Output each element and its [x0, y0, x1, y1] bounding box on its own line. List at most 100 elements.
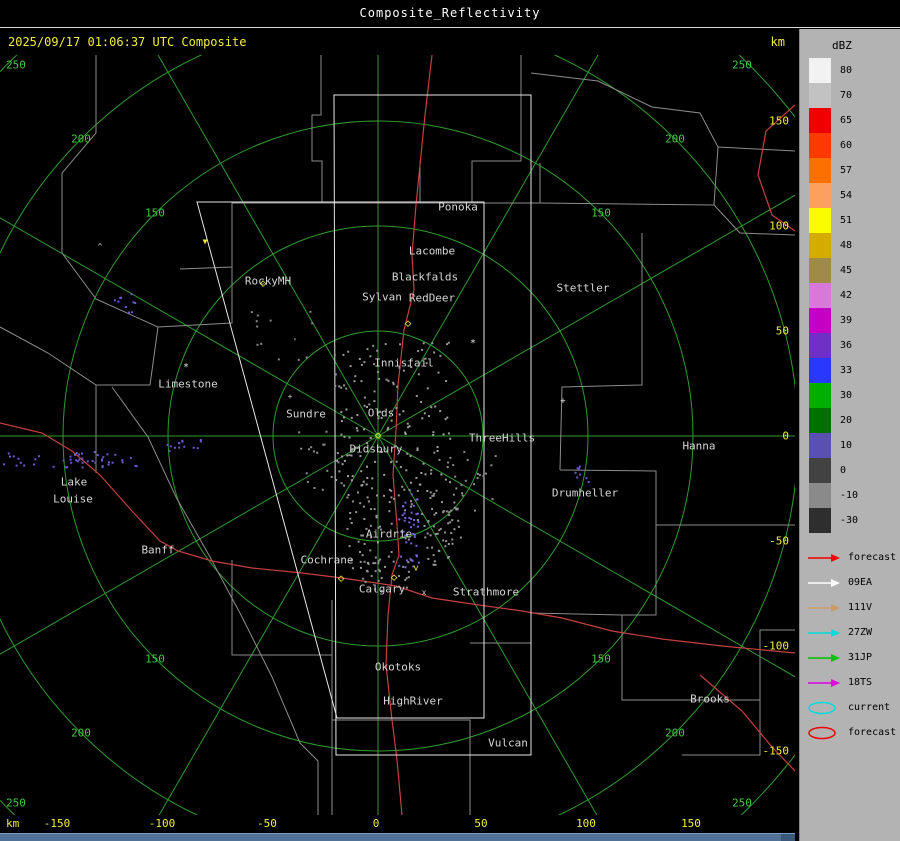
radar-echo — [405, 541, 408, 544]
radar-echo — [135, 465, 138, 468]
dbz-value-label: 51 — [840, 215, 853, 226]
city-label: Blackfalds — [391, 270, 459, 284]
radar-echo — [101, 466, 104, 469]
radar-echo — [62, 459, 65, 462]
radar-echo — [19, 461, 22, 464]
radar-echo — [33, 463, 35, 466]
radar-echo — [406, 452, 409, 455]
radar-echo — [415, 498, 418, 501]
radar-echo — [199, 440, 202, 443]
radar-echo — [363, 543, 366, 545]
radar-echo — [357, 540, 360, 543]
radar-echo — [416, 519, 419, 521]
radar-echo — [370, 508, 372, 511]
legend-label: forecast — [848, 727, 897, 738]
radar-echo — [406, 422, 409, 425]
ellipse-icon — [808, 701, 836, 714]
radar-echo — [427, 520, 430, 523]
timestamp-label: 2025/09/17 01:06:37 UTC Composite — [8, 35, 247, 49]
radar-echo — [341, 463, 344, 466]
city-label: Strathmore — [452, 585, 520, 599]
radar-echo — [578, 465, 581, 468]
map-symbol-marker: x — [421, 588, 427, 597]
city-label: HighRiver — [383, 694, 443, 708]
radar-echo — [390, 496, 393, 499]
radar-echo — [9, 455, 11, 458]
horizontal-scrollbar[interactable] — [0, 833, 795, 841]
city-label: Sundre — [286, 407, 326, 421]
radar-echo — [420, 472, 423, 474]
boundary-line — [111, 386, 319, 815]
radar-echo — [409, 558, 412, 561]
radar-echo — [449, 521, 452, 524]
boundary-line — [471, 55, 541, 204]
radar-echo — [415, 555, 418, 558]
radar-echo — [250, 311, 253, 314]
radar-echo — [107, 463, 110, 466]
city-label: Louise — [53, 492, 93, 506]
radar-echo — [256, 325, 259, 328]
map-symbol-marker: v — [413, 563, 419, 574]
radar-echo — [326, 469, 329, 472]
radar-echo — [373, 508, 376, 511]
radar-echo — [436, 450, 439, 452]
radar-echo — [422, 462, 425, 465]
radar-echo — [81, 457, 84, 460]
radar-echo — [420, 401, 423, 403]
radar-echo — [377, 371, 380, 374]
ring-distance-label: 200 — [71, 132, 91, 146]
radar-echo — [448, 511, 451, 514]
radar-echo — [383, 494, 385, 497]
radar-echo — [419, 483, 422, 486]
radar-echo — [196, 447, 199, 450]
info-bar: 2025/09/17 01:06:37 UTC Composite km — [0, 28, 795, 55]
radar-echo — [340, 411, 343, 414]
radar-echo — [432, 554, 435, 557]
radar-echo — [371, 477, 374, 480]
radar-display[interactable]: 150 200 250 150 200 250 150 200 250 150 200 250 Pono… — [0, 55, 795, 815]
y-axis-tick-label: 150 — [769, 114, 789, 128]
ring-distance-label: 250 — [6, 796, 26, 810]
city-label: Innisfail — [374, 356, 434, 370]
legend-arrow-row: 09EA — [800, 570, 900, 595]
radar-echo — [457, 525, 460, 528]
radar-echo — [417, 373, 420, 376]
radar-echo — [428, 415, 430, 418]
radar-echo — [354, 375, 357, 378]
dbz-color-swatch — [809, 308, 831, 333]
boundary-line — [530, 72, 719, 206]
radar-echo — [494, 455, 497, 458]
ring-distance-label: 150 — [591, 206, 611, 220]
radar-echo — [446, 416, 449, 419]
radar-echo — [424, 536, 427, 539]
radar-echo — [365, 483, 368, 486]
radar-echo — [367, 500, 370, 503]
legend-panel: dBZ 80 70 65 60 57 54 51 48 45 42 39 36 33 30 20 10 0 -10… — [799, 29, 900, 841]
radar-echo — [75, 459, 78, 462]
radar-echo — [363, 361, 366, 364]
ring-distance-label: 150 — [591, 652, 611, 666]
radar-echo — [131, 311, 134, 314]
radar-echo — [192, 446, 195, 449]
dbz-color-swatch — [809, 158, 831, 183]
radar-echo — [15, 464, 18, 467]
radar-echo — [403, 512, 406, 515]
radar-echo — [579, 473, 582, 476]
radar-echo — [402, 565, 405, 568]
radar-site-marker: ◇ — [404, 316, 412, 330]
y-axis-tick-label: -50 — [769, 534, 789, 548]
radar-echo — [445, 540, 448, 543]
radar-echo — [173, 446, 176, 449]
scrollbar-endcap[interactable] — [781, 834, 795, 841]
radar-echo — [432, 525, 435, 528]
radar-echo — [7, 452, 10, 455]
radar-echo — [434, 563, 437, 566]
radar-echo — [343, 435, 346, 438]
city-label: RedDeer — [408, 291, 456, 305]
dbz-scale-row: 48 — [800, 233, 900, 258]
radar-echo — [369, 355, 372, 358]
radar-echo — [358, 358, 361, 360]
radar-echo — [363, 518, 366, 520]
radar-echo — [362, 480, 365, 483]
x-axis-tick-label: 0 — [372, 817, 380, 830]
